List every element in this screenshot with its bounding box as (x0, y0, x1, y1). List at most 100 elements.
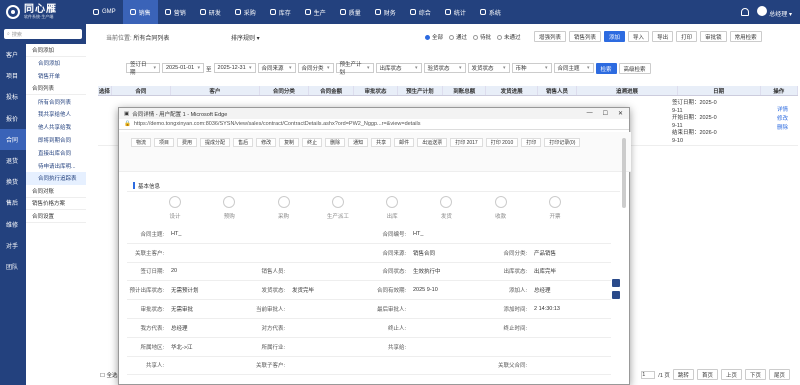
toolbar-button[interactable]: 导出 (652, 31, 674, 42)
detail-tool-button[interactable]: 售后 (233, 138, 254, 147)
bell-icon[interactable] (741, 8, 750, 16)
menu-item[interactable]: 合同添加 (26, 44, 86, 57)
rail-item[interactable]: 退货 (0, 150, 26, 171)
menu-item[interactable]: 即将到期合同 (26, 134, 86, 147)
filter-select[interactable]: 发货状态 (467, 63, 510, 73)
rail-item[interactable]: 团队 (0, 256, 26, 277)
row-op-link[interactable]: 详情 (777, 106, 788, 115)
toolbar-button[interactable]: 审批锁 (700, 31, 727, 42)
menu-item[interactable]: 待申请出库明... (26, 159, 86, 172)
toolbar-button[interactable]: 销售列表 (569, 31, 602, 42)
rail-item[interactable]: 对手 (0, 235, 26, 256)
filter-select[interactable]: 2025-12-31 (213, 63, 256, 73)
menu-item[interactable]: 销售开单 (26, 70, 86, 83)
detail-tool-button[interactable]: 打印记录(0) (544, 138, 581, 147)
menu-item[interactable]: 合同执行追踪表 (26, 171, 86, 185)
status-radio[interactable]: 未通过 (497, 33, 521, 41)
nav-0[interactable]: GMP (86, 0, 123, 24)
detail-tool-button[interactable]: 修改 (256, 138, 277, 147)
toolbar-button[interactable]: 常用检索 (729, 31, 762, 42)
menu-item[interactable]: 合同设置 (26, 210, 86, 224)
rail-item[interactable]: 售后 (0, 192, 26, 213)
detail-tool-button[interactable]: 邮件 (394, 138, 415, 147)
detail-tool-button[interactable]: 出运送票 (417, 138, 448, 147)
detail-tool-button[interactable]: 打印 2010 (485, 138, 519, 147)
nav-1[interactable]: 销售 (122, 0, 158, 24)
row-op-link[interactable]: 删除 (777, 124, 788, 133)
nav-9[interactable]: 综合 (403, 0, 438, 24)
pager-button[interactable]: 上页 (720, 369, 742, 380)
filter-select[interactable]: 币种 (511, 63, 552, 73)
pager-button[interactable]: 首页 (696, 369, 718, 380)
rail-item[interactable]: 合同 (0, 128, 26, 150)
menu-item[interactable]: 合同列表 (26, 82, 86, 96)
rail-item[interactable]: 项目 (0, 65, 26, 86)
sidebar-search-input[interactable]: ⌕ 搜索 (4, 29, 82, 39)
menu-item[interactable]: 合同添加 (26, 57, 86, 70)
detail-tool-button[interactable]: 费用 (177, 138, 198, 147)
menu-item[interactable]: 直接出库合同 (26, 146, 86, 159)
close-icon[interactable]: ✕ (618, 110, 623, 117)
toolbar-button[interactable]: 打印 (676, 31, 698, 42)
rail-item[interactable]: 投标 (0, 86, 26, 107)
sort-rule-select[interactable]: 排序规则 ▾ (231, 33, 260, 42)
address-bar[interactable]: 🔒 https://demo.tongxinyan.com:8036/SYSN/v… (119, 119, 629, 130)
detail-tool-button[interactable]: 终止 (302, 138, 323, 147)
status-radio[interactable]: 通过 (449, 33, 467, 41)
maximize-icon[interactable]: ☐ (603, 110, 608, 117)
menu-item[interactable]: 销售价格方案 (26, 198, 86, 211)
detail-tool-button[interactable]: 物流 (131, 138, 152, 147)
window-scrollbar[interactable] (622, 138, 626, 208)
toolbar-button[interactable]: 增强列表 (534, 31, 567, 42)
detail-tool-button[interactable]: 提成分配 (200, 138, 231, 147)
nav-10[interactable]: 统计 (438, 0, 473, 24)
filter-select[interactable]: 合同来源 (257, 63, 296, 73)
detail-tool-button[interactable]: 打印 (521, 138, 542, 147)
status-radio[interactable]: 全部 (425, 33, 443, 41)
filter-select[interactable]: 出库状态 (375, 63, 422, 73)
menu-item[interactable]: 他人共享给我 (26, 121, 86, 134)
status-radio[interactable]: 待批 (473, 33, 491, 41)
side-expand-button[interactable] (612, 291, 620, 299)
rail-item[interactable]: 维修 (0, 214, 26, 235)
filter-button[interactable]: 高级检索 (618, 63, 651, 74)
menu-item[interactable]: 合同对账 (26, 185, 86, 198)
detail-tool-button[interactable]: 通知 (348, 138, 369, 147)
menu-item[interactable]: 所有合同列表 (26, 95, 86, 108)
rail-item[interactable]: 报价 (0, 108, 26, 129)
pager-button[interactable]: 跳转 (672, 369, 694, 380)
filter-select[interactable]: 验货状态 (423, 63, 466, 73)
detail-tool-button[interactable]: 项目 (154, 138, 175, 147)
filter-select[interactable]: 2025-01-01 (162, 63, 204, 73)
pager-button[interactable]: 尾页 (768, 369, 790, 380)
detail-tool-button[interactable]: 复制 (279, 138, 300, 147)
pager-button[interactable]: 下页 (744, 369, 766, 380)
user-menu[interactable]: 总经理 ▾ (757, 6, 792, 18)
filter-button[interactable]: 检索 (595, 63, 617, 74)
nav-7[interactable]: 质量 (333, 0, 368, 24)
menu-item[interactable]: 我共享给他人 (26, 108, 86, 121)
nav-8[interactable]: 财务 (368, 0, 403, 24)
detail-tool-button[interactable]: 打印 2017 (450, 138, 483, 147)
toolbar-button[interactable]: 添加 (604, 31, 626, 42)
toolbar-button[interactable]: 导入 (628, 31, 650, 42)
nav-2[interactable]: 营销 (158, 0, 193, 24)
nav-4[interactable]: 采购 (228, 0, 263, 24)
filter-select[interactable]: 合同主题 (553, 63, 594, 73)
minimize-icon[interactable]: — (587, 110, 593, 117)
nav-3[interactable]: 研发 (193, 0, 228, 24)
nav-6[interactable]: 生产 (298, 0, 333, 24)
row-op-link[interactable]: 修改 (777, 115, 788, 124)
filter-select[interactable]: 预生产计划 (335, 62, 374, 76)
nav-5[interactable]: 库存 (263, 0, 298, 24)
rail-item[interactable]: 换货 (0, 171, 26, 192)
page-input[interactable]: 1 (641, 370, 656, 379)
filter-select[interactable]: 签订日期 (126, 62, 160, 76)
detail-tool-button[interactable]: 共享 (371, 138, 392, 147)
rail-item[interactable]: 客户 (0, 44, 26, 65)
detail-tool-button[interactable]: 删除 (325, 138, 346, 147)
nav-11[interactable]: 系统 (473, 0, 508, 24)
select-all-checkbox[interactable]: ☐ 全选 (100, 371, 117, 379)
filter-select[interactable]: 合同分类 (297, 63, 334, 73)
side-collapse-button[interactable] (612, 279, 620, 287)
